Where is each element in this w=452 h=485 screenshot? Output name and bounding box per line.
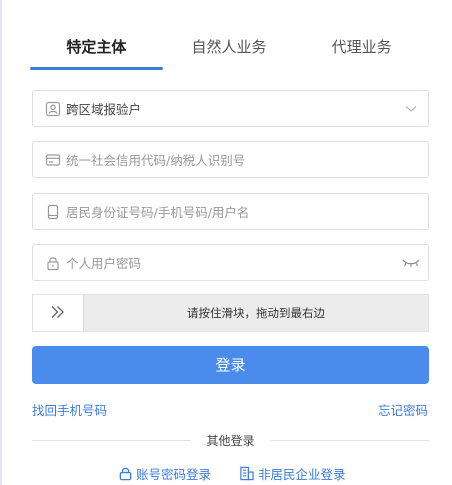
non-resident-login-link[interactable]: 非居民企业登录	[239, 464, 346, 483]
lock-icon	[44, 254, 62, 272]
divider-line-right	[270, 439, 430, 441]
user-type-value: 跨区域报验户	[66, 102, 142, 117]
account-placeholder: 居民身份证号码/手机号码/用户名	[66, 205, 250, 220]
divider-line-left	[32, 439, 191, 441]
credit-code-placeholder: 统一社会信用代码/纳税人识别号	[66, 153, 246, 168]
slider-handle[interactable]	[33, 295, 84, 331]
other-login-label: 其他登录	[206, 433, 255, 448]
building-icon	[239, 466, 255, 482]
account-field[interactable]: 居民身份证号码/手机号码/用户名	[32, 193, 429, 230]
user-type-select[interactable]: 跨区域报验户	[32, 90, 429, 127]
account-password-login-link[interactable]: 账号密码登录	[117, 464, 211, 483]
tab-natural-person[interactable]: 自然人业务	[163, 24, 296, 70]
login-tabs: 特定主体 自然人业务 代理业务	[30, 24, 428, 70]
non-resident-login-label: 非居民企业登录	[258, 467, 346, 482]
tab-specific-entity[interactable]: 特定主体	[30, 24, 163, 70]
password-field[interactable]: 个人用户密码	[32, 244, 429, 281]
lock-icon	[117, 466, 133, 482]
panel-left-border	[0, 0, 2, 485]
other-login-divider: 其他登录	[32, 431, 430, 449]
tab-agent-business[interactable]: 代理业务	[295, 24, 428, 70]
login-button[interactable]: 登录	[32, 346, 429, 384]
slider-hint: 请按住滑块，拖动到最右边	[187, 306, 325, 320]
id-card-icon	[44, 151, 62, 169]
chevron-down-icon[interactable]	[394, 91, 428, 126]
phone-icon	[44, 203, 62, 221]
recover-phone-link[interactable]: 找回手机号码	[32, 400, 107, 419]
double-chevron-right-icon	[50, 304, 66, 323]
slider-captcha: 请按住滑块，拖动到最右边	[32, 294, 429, 332]
forgot-password-link[interactable]: 忘记密码	[378, 400, 428, 419]
credit-code-field[interactable]: 统一社会信用代码/纳税人识别号	[32, 141, 429, 178]
account-password-login-label: 账号密码登录	[136, 467, 212, 482]
eye-closed-icon[interactable]	[394, 245, 428, 280]
password-placeholder: 个人用户密码	[66, 256, 142, 271]
user-icon	[44, 100, 62, 118]
